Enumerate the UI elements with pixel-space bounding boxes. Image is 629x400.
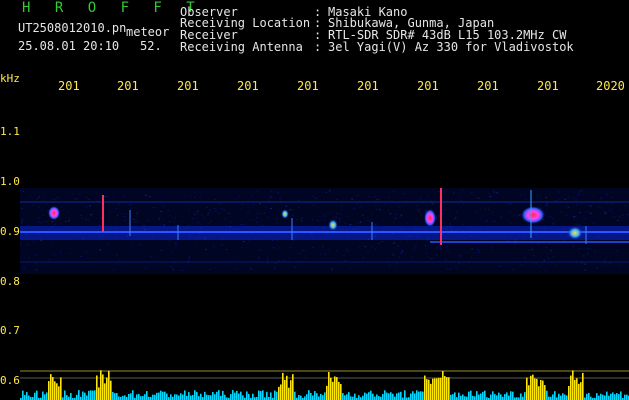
file-name: UT2508012010.pn [18, 21, 127, 35]
freq-tick-label: 0.8 [0, 275, 20, 288]
freq-unit-label: kHz [0, 72, 20, 85]
time-tick-label: 201 [537, 79, 559, 93]
time-tick-label: 201 [58, 79, 80, 93]
app-title: H R O F F T [22, 0, 203, 16]
time-tick-label: 201 [177, 79, 199, 93]
time-tick-label: 201 [477, 79, 499, 93]
time-tick-label: 2020 [596, 79, 625, 93]
antenna-label: Receiving Antenna [180, 40, 303, 54]
time-tick-label: 201 [237, 79, 259, 93]
freq-tick-label: 0.7 [0, 324, 20, 337]
time-tick-label: 201 [297, 79, 319, 93]
antenna-colon: : [314, 40, 322, 54]
amplitude-bars [20, 370, 629, 400]
time-tick-label: 201 [357, 79, 379, 93]
antenna-value: 3el Yagi(V) Az 330 for Vladivostok [328, 40, 574, 54]
freq-tick-label: 1.0 [0, 175, 20, 188]
capture-datetime: 25.08.01 20:10 [18, 39, 120, 53]
freq-tick-label: 0.9 [0, 225, 20, 238]
time-tick-label: 201 [417, 79, 439, 93]
detection-count: 52. [140, 39, 162, 53]
mode-label: meteor [126, 25, 170, 39]
time-tick-label: 201 [117, 79, 139, 93]
freq-tick-label: 1.1 [0, 125, 20, 138]
spectrogram [20, 188, 629, 400]
freq-tick-label: 0.6 [0, 374, 20, 387]
